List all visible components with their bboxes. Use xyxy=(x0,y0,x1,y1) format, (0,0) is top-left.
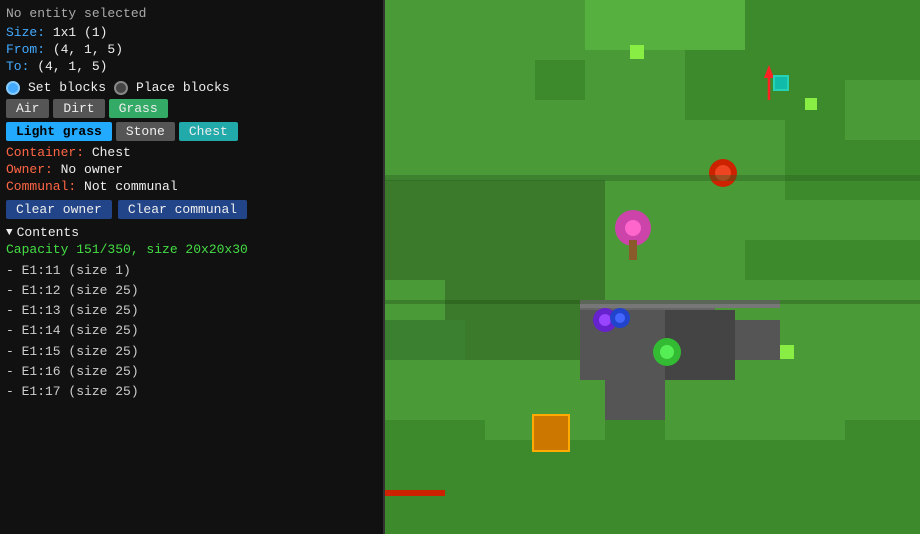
from-value: (4, 1, 5) xyxy=(53,42,123,57)
list-item: - E1:15 (size 25) xyxy=(6,342,377,362)
clear-communal-button[interactable]: Clear communal xyxy=(118,200,247,219)
btn-light-grass[interactable]: Light grass xyxy=(6,122,112,141)
btn-chest[interactable]: Chest xyxy=(179,122,238,141)
contents-label: Contents xyxy=(17,225,79,240)
owner-line: Owner: No owner xyxy=(6,162,377,177)
communal-value: Not communal xyxy=(84,179,178,194)
list-item: - E1:12 (size 25) xyxy=(6,281,377,301)
left-panel: No entity selected Size: 1x1 (1) From: (… xyxy=(0,0,385,534)
size-value: 1x1 (1) xyxy=(53,25,108,40)
list-item: - E1:16 (size 25) xyxy=(6,362,377,382)
items-list: - E1:11 (size 1)- E1:12 (size 25)- E1:13… xyxy=(6,261,377,402)
list-item: - E1:14 (size 25) xyxy=(6,321,377,341)
communal-line: Communal: Not communal xyxy=(6,179,377,194)
owner-value: No owner xyxy=(61,162,123,177)
clear-owner-button[interactable]: Clear owner xyxy=(6,200,112,219)
btn-air[interactable]: Air xyxy=(6,99,49,118)
size-label: Size: xyxy=(6,25,45,40)
place-blocks-radio[interactable] xyxy=(114,81,128,95)
container-label: Container: xyxy=(6,145,84,160)
communal-label: Communal: xyxy=(6,179,76,194)
from-line: From: (4, 1, 5) xyxy=(6,42,377,57)
set-blocks-label: Set blocks xyxy=(28,80,106,95)
to-line: To: (4, 1, 5) xyxy=(6,59,377,74)
to-label: To: xyxy=(6,59,29,74)
btn-grass[interactable]: Grass xyxy=(109,99,168,118)
contents-header: ▼ Contents xyxy=(6,225,377,240)
btn-dirt[interactable]: Dirt xyxy=(53,99,104,118)
list-item: - E1:13 (size 25) xyxy=(6,301,377,321)
size-line: Size: 1x1 (1) xyxy=(6,25,377,40)
action-btn-row: Clear owner Clear communal xyxy=(6,200,377,219)
container-value: Chest xyxy=(92,145,131,160)
block-type-row-2: Light grass Stone Chest xyxy=(6,122,377,141)
map-panel[interactable] xyxy=(385,0,920,534)
capacity-line: Capacity 151/350, size 20x20x30 xyxy=(6,242,377,257)
list-item: - E1:17 (size 25) xyxy=(6,382,377,402)
place-blocks-label: Place blocks xyxy=(136,80,230,95)
no-entity-label: No entity selected xyxy=(6,6,377,21)
block-mode-row: Set blocks Place blocks xyxy=(6,80,377,95)
triangle-icon: ▼ xyxy=(6,227,13,239)
owner-label: Owner: xyxy=(6,162,53,177)
block-type-row-1: Air Dirt Grass xyxy=(6,99,377,118)
list-item: - E1:11 (size 1) xyxy=(6,261,377,281)
container-line: Container: Chest xyxy=(6,145,377,160)
from-label: From: xyxy=(6,42,45,57)
btn-stone[interactable]: Stone xyxy=(116,122,175,141)
to-value: (4, 1, 5) xyxy=(37,59,107,74)
set-blocks-radio[interactable] xyxy=(6,81,20,95)
